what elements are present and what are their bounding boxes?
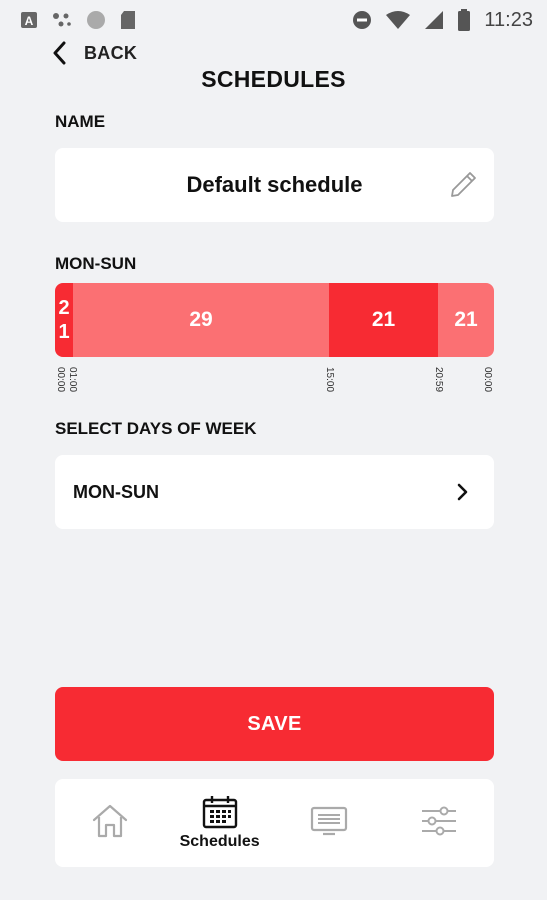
time-tick: 15:00 [324, 367, 335, 393]
segment-temp: 29 [189, 308, 213, 331]
battery-icon [458, 9, 471, 31]
time-tick: 20:59 [433, 367, 444, 393]
pencil-icon[interactable] [448, 170, 478, 200]
segment-temp-line1: 2 [58, 297, 70, 319]
timeline-segment[interactable]: 2 1 [55, 283, 73, 357]
segment-temp: 21 [454, 308, 478, 331]
status-time: 11:23 [484, 8, 533, 31]
back-label: BACK [84, 42, 138, 63]
nav-item-display[interactable] [279, 779, 379, 867]
a-icon: A [21, 12, 37, 28]
schedule-timeline[interactable]: 2 1 29 21 21 [55, 283, 494, 357]
page-title: SCHEDULES [201, 66, 346, 92]
timeline-section-label: MON-SUN [55, 254, 137, 273]
time-tick: 01:00 [67, 367, 78, 393]
timeline-segment[interactable]: 29 [73, 283, 329, 357]
status-bar: A 11:23 [0, 0, 547, 40]
dots-icon [53, 13, 71, 27]
schedule-name-field[interactable]: Default schedule [55, 148, 494, 222]
status-left: A [20, 10, 136, 30]
back-button[interactable]: BACK [52, 38, 137, 68]
time-tick: 00:00 [482, 367, 493, 393]
signal-icon [425, 11, 444, 29]
sliders-icon [422, 806, 457, 836]
bottom-nav: Schedules [55, 779, 494, 867]
dnd-icon [353, 11, 372, 29]
status-right: 11:23 [352, 9, 533, 32]
nav-item-schedules[interactable]: Schedules [170, 779, 270, 867]
chevron-right-icon [457, 483, 468, 501]
wifi-icon [386, 11, 411, 29]
timeline-segment[interactable]: 21 [438, 283, 494, 357]
svg-text:A: A [25, 14, 34, 28]
nav-item-settings[interactable] [389, 779, 489, 867]
days-of-week-selector[interactable]: MON-SUN [55, 455, 494, 529]
timeline-segment[interactable]: 21 [329, 283, 438, 357]
days-value: MON-SUN [73, 481, 159, 502]
calendar-icon [202, 796, 237, 829]
home-icon [92, 804, 127, 838]
nav-item-home[interactable] [60, 779, 160, 867]
segment-temp: 21 [371, 308, 396, 331]
segment-temp-line2: 1 [58, 321, 70, 343]
display-icon [311, 806, 348, 836]
save-button[interactable]: SAVE [55, 687, 494, 761]
schedule-name-value: Default schedule [186, 172, 363, 197]
nav-label: Schedules [179, 833, 260, 850]
name-section-label: NAME [55, 112, 106, 131]
sd-card-icon [121, 11, 135, 29]
time-tick: 00:00 [55, 367, 66, 393]
circle-icon [87, 11, 105, 29]
days-section-label: SELECT DAYS OF WEEK [55, 419, 257, 438]
chevron-left-icon [53, 41, 66, 65]
